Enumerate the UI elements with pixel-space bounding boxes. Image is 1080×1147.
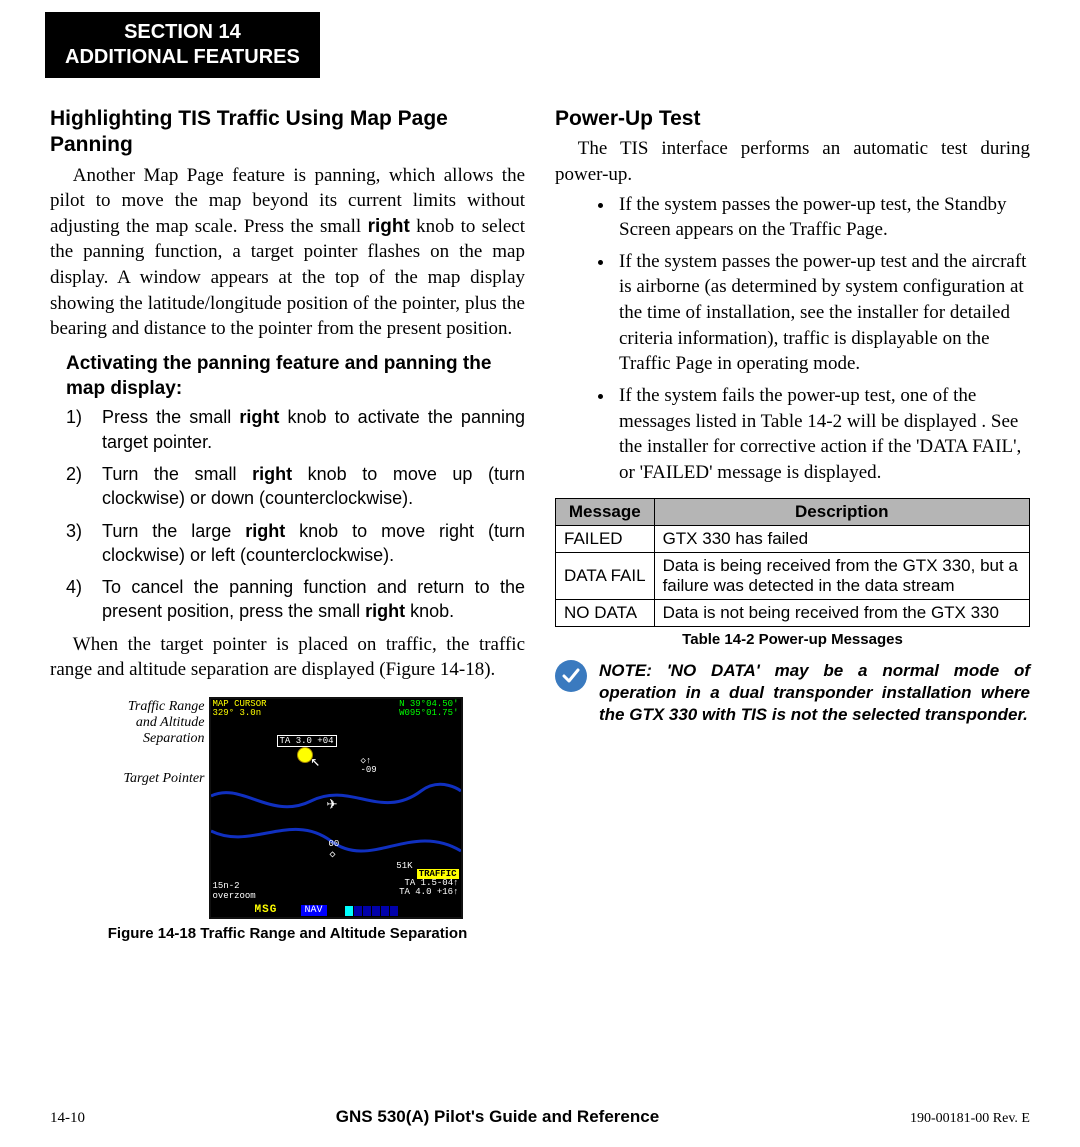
table-row: FAILED GTX 330 has failed	[556, 525, 1030, 552]
section-label-line1: SECTION 14	[124, 21, 241, 43]
map-msg-label: MSG	[255, 904, 278, 916]
powerup-messages-table: Message Description FAILED GTX 330 has f…	[555, 498, 1030, 627]
msg-cell: DATA FAIL	[556, 552, 655, 599]
table-row: NO DATA Data is not being received from …	[556, 599, 1030, 626]
bullet-3: If the system fails the power-up test, o…	[615, 383, 1030, 486]
footer-page-number: 14-10	[50, 1110, 85, 1127]
figure-14-18: Traffic Range and Altitude Separation Ta…	[50, 697, 525, 942]
section-label-line2: ADDITIONAL FEATURES	[65, 46, 300, 68]
desc-cell: GTX 330 has failed	[654, 525, 1029, 552]
table-caption: Table 14-2 Power-up Messages	[555, 631, 1030, 648]
step-2: 2) Turn the small right knob to move up …	[66, 462, 525, 511]
step-num: 3)	[66, 519, 102, 568]
right-column: Power-Up Test The TIS interface performs…	[555, 106, 1030, 942]
step-num: 4)	[66, 575, 102, 624]
bold-right-1: right	[368, 216, 410, 237]
map-diamond-icon: ◇	[330, 849, 336, 861]
bullet-1: If the system passes the power-up test, …	[615, 192, 1030, 243]
steps-list: 1) Press the small right knob to activat…	[50, 405, 525, 623]
note-check-icon	[555, 660, 587, 692]
map-zoom-label: 15n-2 overzoom	[213, 882, 256, 901]
table-row: DATA FAIL Data is being received from th…	[556, 552, 1030, 599]
map-ta-tag: TA 3.0 +04	[277, 735, 337, 747]
left-heading: Highlighting TIS Traffic Using Map Page …	[50, 106, 525, 159]
map-screenshot: MAP CURSOR 329° 3.0n N 39°04.50' W095°01…	[209, 697, 463, 919]
right-para1: The TIS interface performs an automatic …	[555, 136, 1030, 187]
callout-traffic-range: Traffic Range and Altitude Separation	[113, 699, 205, 747]
map-ownship-icon: ✈	[327, 793, 338, 815]
bullet-2: If the system passes the power-up test a…	[615, 249, 1030, 377]
map-traffic-minus09: ◇↑ -09	[361, 757, 377, 775]
desc-cell: Data is being received from the GTX 330,…	[654, 552, 1029, 599]
step-3: 3) Turn the large right knob to move rig…	[66, 519, 525, 568]
map-waypoint-51k: 51K	[396, 861, 412, 871]
desc-cell: Data is not being received from the GTX …	[654, 599, 1029, 626]
step-text: Turn the small right knob to move up (tu…	[102, 462, 525, 511]
figure-caption: Figure 14-18 Traffic Range and Altitude …	[108, 925, 468, 942]
map-latlon: N 39°04.50' W095°01.75'	[399, 700, 458, 719]
right-heading: Power-Up Test	[555, 106, 1030, 132]
map-nav-label: NAV	[301, 905, 327, 916]
map-target-pointer-icon: ↖	[311, 751, 321, 771]
map-ta-summary: TA 1.5-04↑ TA 4.0 +16↑	[399, 879, 458, 898]
col-message: Message	[556, 498, 655, 525]
left-subhead-activating: Activating the panning feature and panni…	[66, 352, 525, 401]
left-column: Highlighting TIS Traffic Using Map Page …	[50, 106, 525, 942]
step-text: To cancel the panning function and retur…	[102, 575, 525, 624]
step-4: 4) To cancel the panning function and re…	[66, 575, 525, 624]
note-block: NOTE: 'NO DATA' may be a normal mode of …	[555, 660, 1030, 726]
msg-cell: FAILED	[556, 525, 655, 552]
map-cursor-label: MAP CURSOR 329° 3.0n	[213, 700, 267, 719]
step-text: Press the small right knob to activate t…	[102, 405, 525, 454]
callout-target-pointer: Target Pointer	[113, 771, 205, 787]
step-num: 2)	[66, 462, 102, 511]
figure-callout-labels: Traffic Range and Altitude Separation Ta…	[113, 697, 205, 787]
footer-title: GNS 530(A) Pilot's Guide and Reference	[336, 1107, 659, 1127]
note-text: NOTE: 'NO DATA' may be a normal mode of …	[599, 660, 1030, 726]
right-bullets: If the system passes the power-up test, …	[555, 192, 1030, 486]
map-traffic-00: 00	[329, 839, 340, 849]
map-page-indicator-icon	[345, 906, 398, 916]
step-text: Turn the large right knob to move right …	[102, 519, 525, 568]
left-para1: Another Map Page feature is panning, whi…	[50, 163, 525, 342]
col-description: Description	[654, 498, 1029, 525]
footer-revision: 190-00181-00 Rev. E	[910, 1111, 1030, 1127]
step-1: 1) Press the small right knob to activat…	[66, 405, 525, 454]
step-num: 1)	[66, 405, 102, 454]
msg-cell: NO DATA	[556, 599, 655, 626]
table-header-row: Message Description	[556, 498, 1030, 525]
section-header: SECTION 14 ADDITIONAL FEATURES	[45, 12, 320, 78]
left-para2: When the target pointer is placed on tra…	[50, 632, 525, 683]
page-footer: 14-10 GNS 530(A) Pilot's Guide and Refer…	[50, 1107, 1030, 1127]
